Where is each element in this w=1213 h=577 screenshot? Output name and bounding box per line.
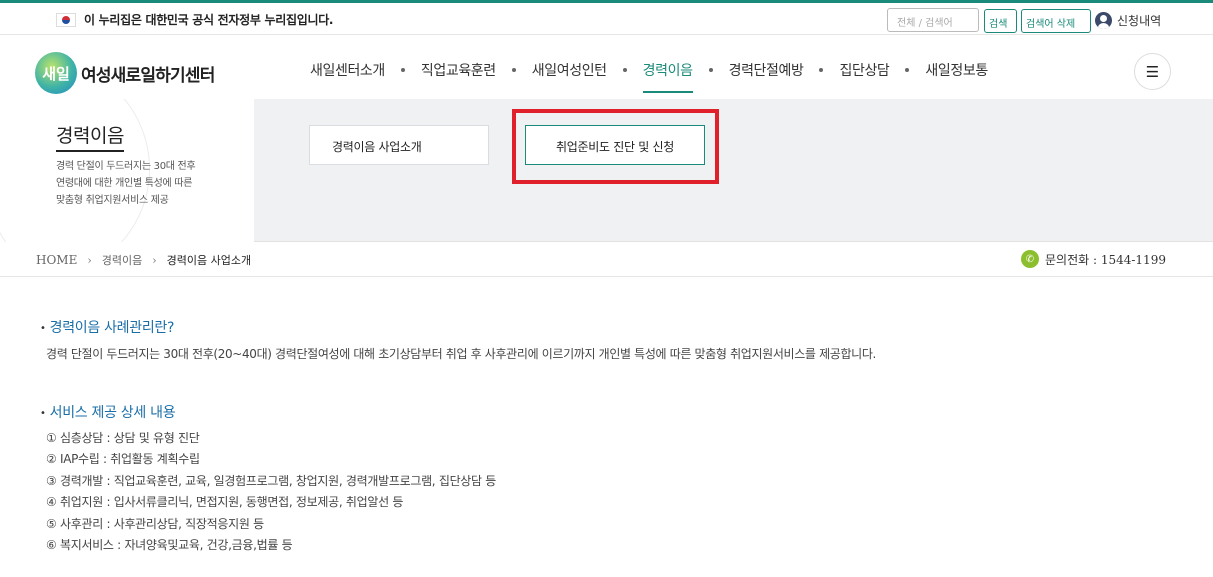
nav-item-center-intro[interactable]: 새일센터소개 [310,60,385,80]
list-item: ③ 경력개발 : 직업교육훈련, 교육, 일경험프로그램, 창업지원, 경력개발… [46,473,497,488]
list-item: ⑤ 사후관리 : 사후관리상담, 직장적응지원 등 [46,516,264,531]
breadcrumb-bar: HOME › 경력이음 › 경력이음 사업소개 ✆ 문의전화 : 1544-11… [0,243,1213,277]
nav-separator-dot [400,68,405,72]
apply-status-link[interactable]: 신청내역 [1095,12,1161,29]
section1-text: 경력 단절이 두드러지는 30대 전후(20~40대) 경력단절여성에 대해 초… [46,347,876,361]
list-item: ⑥ 복지서비스 : 자녀양육및교육, 건강,금융,법률 등 [46,538,293,553]
menu-button[interactable]: ☰ [1134,53,1171,90]
logo-mark: 새일 [35,52,77,94]
nav-item-group-counseling[interactable]: 집단상담 [839,60,889,80]
search-input[interactable]: 전체 / 검색어 [887,8,979,32]
breadcrumb: HOME › 경력이음 › 경력이음 사업소개 [36,252,251,268]
nav-item-vocational-training[interactable]: 직업교육훈련 [421,60,496,80]
apply-status-label: 신청내역 [1117,14,1162,28]
section-description-line: 연령대에 대한 개인별 특성에 따른 [56,178,193,189]
nav-separator-dot [819,68,824,72]
gov-topbar: 이 누리집은 대한민국 공식 전자정부 누리집입니다. 전체 / 검색어 검색 … [0,0,1213,35]
list-item: ④ 취업지원 : 입사서류클리닉, 면접지원, 동행면접, 정보제공, 취업알선… [46,495,404,510]
list-item: ① 심층상담 : 상담 및 유형 진단 [46,431,200,445]
section1-heading-text: 경력이음 사례관리란? [49,320,175,336]
logo-text: 여성새로일하기센터 [81,65,215,86]
breadcrumb-level1[interactable]: 경력이음 [102,252,142,268]
hamburger-icon: ☰ [1145,62,1160,81]
contact-phone-label: 문의전화 : 1544-1199 [1045,252,1166,267]
nav-separator-dot [511,68,516,72]
main-nav: 새일센터소개 직업교육훈련 새일여성인턴 경력이음 경력단절예방 집단상담 새일… [310,60,988,93]
bullet-icon: • [40,407,46,419]
breadcrumb-current: 경력이음 사업소개 [166,254,252,267]
section2-heading: • 서비스 제공 상세 내용 [40,402,176,422]
section-description-line: 맞춤형 취업지원서비스 제공 [56,195,169,206]
korea-flag-icon [56,12,76,27]
contact-phone: ✆ 문의전화 : 1544-1199 [1021,250,1166,268]
tab-business-intro[interactable]: 경력이음 사업소개 [309,125,489,165]
section1-heading: • 경력이음 사례관리란? [40,317,174,337]
nav-item-info[interactable]: 새일정보통 [925,60,988,80]
site-logo[interactable]: 새일 여성새로일하기센터 [35,52,215,94]
gov-notice: 이 누리집은 대한민국 공식 전자정부 누리집입니다. [56,11,334,28]
section-description-line: 경력 단절이 두드러지는 30대 전후 [56,161,196,172]
section-title: 경력이음 [56,121,124,152]
nav-separator-dot [708,68,713,72]
nav-separator-dot [622,68,627,72]
section-intro-panel: 경력이음 경력 단절이 두드러지는 30대 전후 연령대에 대한 개인별 특성에… [0,99,254,242]
breadcrumb-separator-icon: › [87,253,92,267]
nav-item-career-link[interactable]: 경력이음 [642,60,693,93]
services-list: ① 심층상담 : 상담 및 유형 진단 ② IAP수립 : 취업활동 계획수립 … [46,428,496,556]
highlight-annotation-box [512,109,719,184]
nav-item-career-break-prevention[interactable]: 경력단절예방 [729,60,804,80]
gov-notice-text: 이 누리집은 대한민국 공식 전자정부 누리집입니다. [84,13,334,27]
search-button[interactable]: 검색 [984,9,1017,33]
nav-separator-dot [905,68,910,72]
list-item: ② IAP수립 : 취업활동 계획수립 [46,452,200,467]
site-header: 새일 여성새로일하기센터 새일센터소개 직업교육훈련 새일여성인턴 경력이음 경… [0,35,1213,99]
breadcrumb-separator-icon: › [152,253,157,267]
breadcrumb-home[interactable]: HOME [36,253,77,267]
phone-icon: ✆ [1021,250,1039,268]
sub-visual: 경력이음 경력 단절이 두드러지는 30대 전후 연령대에 대한 개인별 특성에… [0,99,1213,242]
section2-heading-text: 서비스 제공 상세 내용 [49,405,176,421]
user-icon [1095,12,1112,29]
clear-search-button[interactable]: 검색어 삭제 [1021,9,1091,33]
nav-item-women-intern[interactable]: 새일여성인턴 [532,60,607,80]
section-description: 경력 단절이 두드러지는 30대 전후 연령대에 대한 개인별 특성에 따른 맞… [56,158,254,209]
bullet-icon: • [40,322,46,334]
